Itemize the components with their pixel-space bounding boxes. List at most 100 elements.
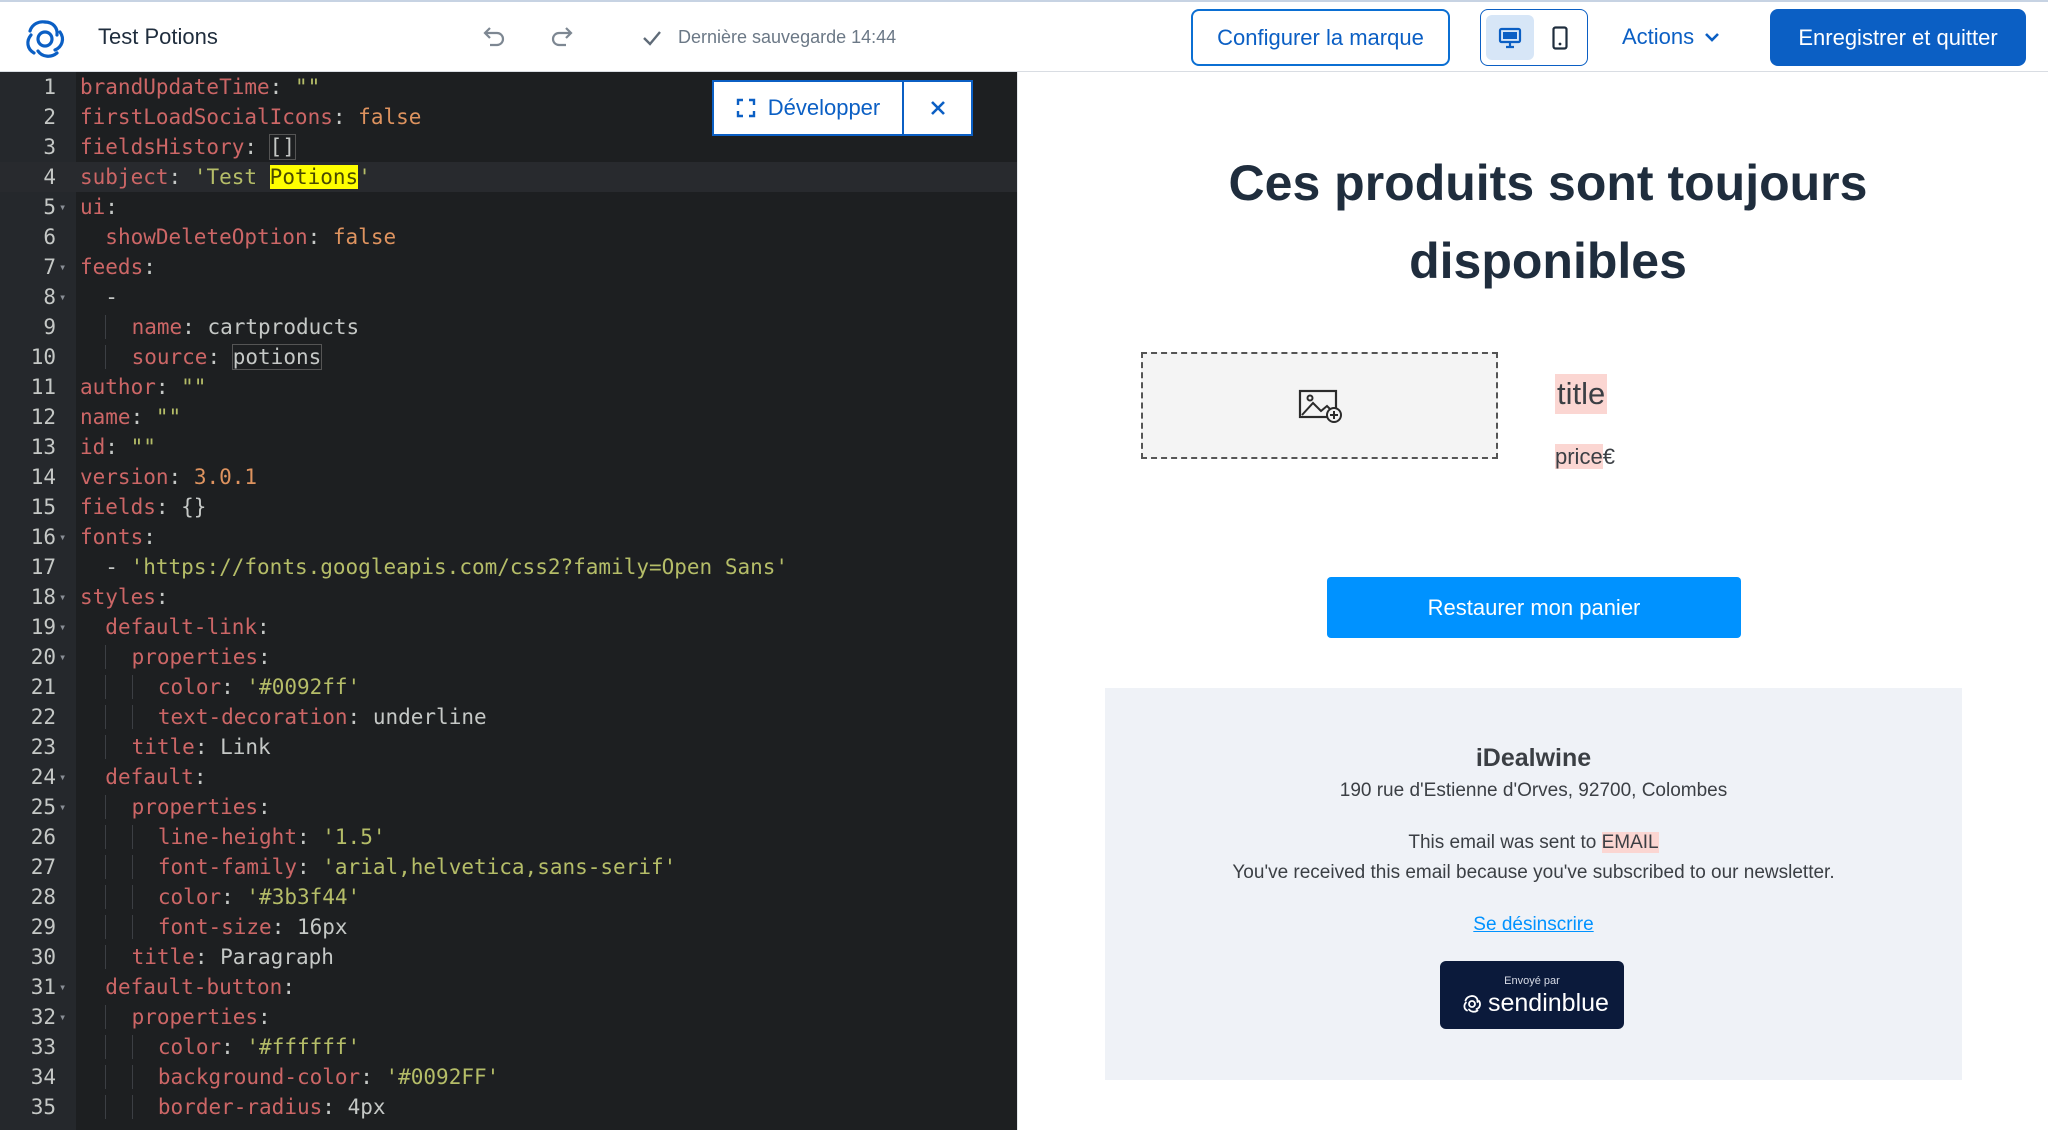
product-image-placeholder[interactable]: [1141, 352, 1498, 459]
code-token: :: [244, 135, 270, 159]
fold-toggle-icon[interactable]: ▾: [59, 612, 66, 642]
desktop-view-button[interactable]: [1486, 15, 1534, 60]
sendinblue-badge[interactable]: Envoyé par sendinblue: [1440, 961, 1624, 1029]
configure-brand-button[interactable]: Configurer la marque: [1191, 9, 1450, 66]
save-and-quit-button[interactable]: Enregistrer et quitter: [1770, 9, 2026, 66]
line-number: 15: [30, 495, 56, 519]
code-line[interactable]: 19 ▾ default-link:: [0, 612, 1017, 642]
fold-toggle-icon[interactable]: ▾: [59, 522, 66, 552]
code-text: version: 3.0.1: [80, 462, 257, 492]
code-token: :: [307, 225, 333, 249]
fold-toggle-icon[interactable]: ▾: [59, 252, 66, 282]
code-line[interactable]: 34 background-color: '#0092FF': [0, 1062, 1017, 1092]
code-line[interactable]: 6 showDeleteOption: false: [0, 222, 1017, 252]
fold-toggle-icon[interactable]: ▾: [59, 762, 66, 792]
code-line[interactable]: 21 color: '#0092ff': [0, 672, 1017, 702]
code-line[interactable]: 9 name: cartproducts: [0, 312, 1017, 342]
mobile-view-button[interactable]: [1537, 15, 1583, 60]
code-text: styles:: [80, 582, 169, 612]
code-line[interactable]: 7 ▾ feeds:: [0, 252, 1017, 282]
code-line[interactable]: 24 ▾ default:: [0, 762, 1017, 792]
restore-cart-button[interactable]: Restaurer mon panier: [1327, 577, 1741, 638]
sent-prefix: This email was sent to: [1408, 832, 1602, 853]
fold-toggle-icon[interactable]: ▾: [59, 192, 66, 222]
code-line[interactable]: 23 title: Link: [0, 732, 1017, 762]
code-token: Paragraph: [220, 945, 334, 969]
code-line[interactable]: 12 name: "": [0, 402, 1017, 432]
code-line[interactable]: 5 ▾ ui:: [0, 192, 1017, 222]
code-line[interactable]: 17 - 'https://fonts.googleapis.com/css2?…: [0, 552, 1017, 582]
code-line[interactable]: 3 fieldsHistory: []: [0, 132, 1017, 162]
product-title-tag[interactable]: title: [1555, 374, 1608, 414]
fold-toggle-icon[interactable]: ▾: [59, 282, 66, 312]
code-line[interactable]: 18 ▾ styles:: [0, 582, 1017, 612]
code-line[interactable]: 33 color: '#ffffff': [0, 1032, 1017, 1062]
line-number: 2: [43, 105, 56, 129]
code-token: :: [257, 615, 270, 639]
code-line[interactable]: 10 source: potions: [0, 342, 1017, 372]
code-token: :: [105, 435, 131, 459]
code-token: default-link: [105, 615, 258, 639]
line-number: 22: [30, 705, 56, 729]
email-headline[interactable]: Ces produits sont toujours disponibles: [1138, 144, 1958, 300]
code-token: false: [358, 105, 422, 129]
code-line[interactable]: 13 id: "": [0, 432, 1017, 462]
code-line[interactable]: 30 title: Paragraph: [0, 942, 1017, 972]
code-line[interactable]: 29 font-size: 16px: [0, 912, 1017, 942]
line-number: 5: [43, 195, 56, 219]
code-token: "": [294, 75, 321, 99]
code-token: :: [155, 375, 182, 399]
fold-toggle-icon[interactable]: ▾: [59, 642, 66, 672]
code-token: '1.5': [322, 825, 386, 849]
fold-toggle-icon[interactable]: ▾: [59, 1002, 66, 1032]
code-line[interactable]: 20 ▾ properties:: [0, 642, 1017, 672]
line-number: 33: [30, 1035, 56, 1059]
redo-icon[interactable]: [550, 24, 576, 50]
fold-toggle-icon[interactable]: ▾: [59, 972, 66, 1002]
code-line[interactable]: 14 version: 3.0.1: [0, 462, 1017, 492]
code-line[interactable]: 22 text-decoration: underline: [0, 702, 1017, 732]
code-line[interactable]: 35 border-radius: 4px: [0, 1092, 1017, 1122]
code-line[interactable]: 15 fields: {}: [0, 492, 1017, 522]
code-line[interactable]: 4 subject: 'Test Potions': [0, 162, 1017, 192]
code-token: text-decoration: [157, 705, 348, 729]
product-price[interactable]: price€: [1555, 444, 1615, 470]
code-text: fields: {}: [80, 492, 206, 522]
email-footer[interactable]: iDealwine 190 rue d'Estienne d'Orves, 92…: [1105, 688, 1962, 1080]
code-line[interactable]: 8 ▾ -: [0, 282, 1017, 312]
code-line[interactable]: 27 font-family: 'arial,helvetica,sans-se…: [0, 852, 1017, 882]
code-line[interactable]: 28 color: '#3b3f44': [0, 882, 1017, 912]
code-text: default-button:: [80, 972, 295, 1002]
footer-address: 190 rue d'Estienne d'Orves, 92700, Colom…: [1339, 780, 1728, 801]
actions-menu[interactable]: Actions: [1622, 24, 1720, 50]
code-line[interactable]: 11 author: "": [0, 372, 1017, 402]
code-line[interactable]: 31 ▾ default-button:: [0, 972, 1017, 1002]
line-number: 14: [30, 465, 56, 489]
expand-button[interactable]: Développer: [714, 82, 904, 134]
code-editor[interactable]: 1 brandUpdateTime: "" 2 firstLoadSocialIco…: [0, 72, 1017, 1130]
close-editor-button[interactable]: [904, 82, 971, 134]
code-line[interactable]: 26 line-height: '1.5': [0, 822, 1017, 852]
sendinblue-logo-icon[interactable]: [22, 16, 68, 62]
fold-toggle-icon[interactable]: ▾: [59, 792, 66, 822]
code-token: :: [130, 405, 156, 429]
editor-toolbar: Développer: [712, 80, 973, 136]
unsubscribe-link[interactable]: Se désinscrire: [1105, 914, 1962, 936]
undo-icon[interactable]: [480, 24, 506, 50]
fold-toggle-icon[interactable]: ▾: [59, 582, 66, 612]
code-line[interactable]: 16 ▾ fonts:: [0, 522, 1017, 552]
code-lines[interactable]: 1 brandUpdateTime: "" 2 firstLoadSocialIco…: [0, 72, 1017, 1122]
code-text: id: "": [80, 432, 156, 462]
code-line[interactable]: 32 ▾ properties:: [0, 1002, 1017, 1032]
code-line[interactable]: 25 ▾ properties:: [0, 792, 1017, 822]
search-highlight: Potions: [269, 165, 359, 189]
